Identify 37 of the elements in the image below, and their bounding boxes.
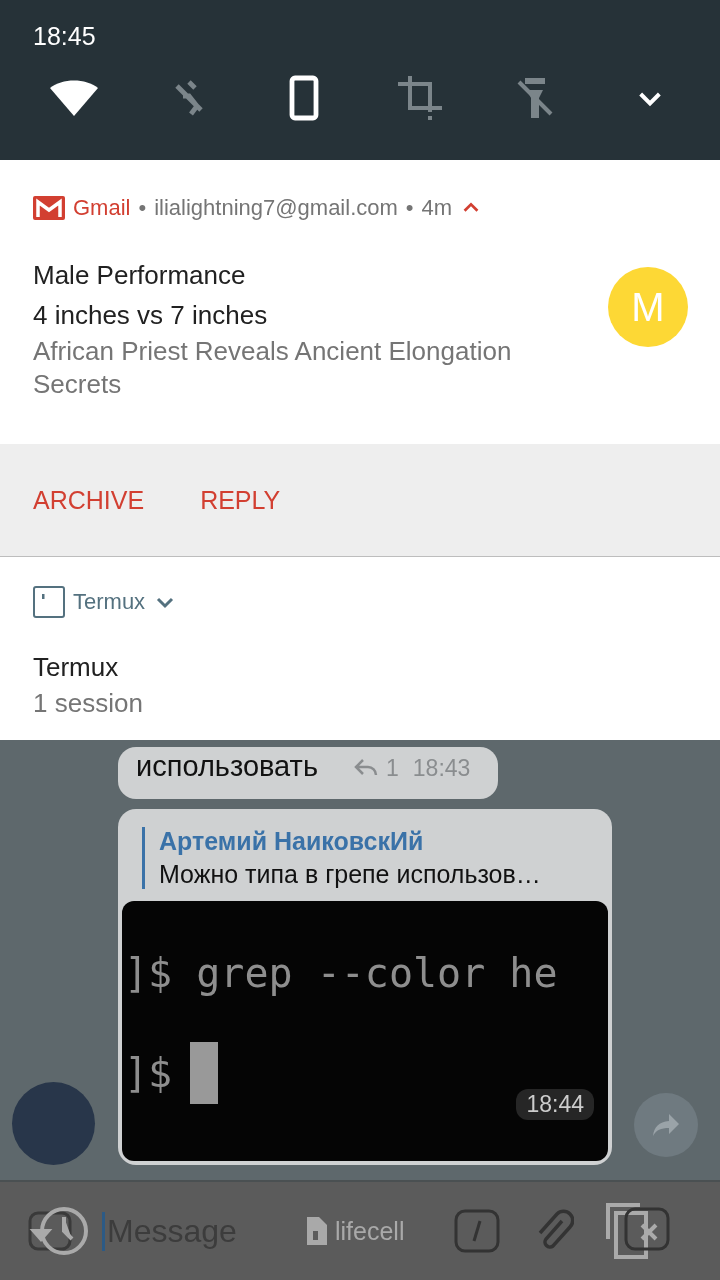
notification-card[interactable]: Termux Termux 1 session <box>0 557 720 740</box>
app-name: Termux <box>73 589 146 615</box>
copy-close-icon <box>604 1201 671 1261</box>
reply-count: 1 <box>386 754 399 783</box>
clock-time: 18:45 <box>33 22 96 51</box>
separator-dot: • <box>405 194 414 221</box>
terminal-screenshot[interactable]: ]$ grep --color he ]$ 18:44 <box>122 901 608 1161</box>
reply-text: Можно типа в грепе использов… <box>159 860 542 889</box>
sim-card-icon <box>305 1217 327 1245</box>
account-email: ilialightning7@gmail.com <box>154 194 398 221</box>
message-text: использовать 1 18:43 <box>136 746 480 787</box>
terminal-line: ]$ grep --color he <box>124 950 558 996</box>
terminal-line: ]$ <box>124 1050 173 1096</box>
reply-author: Артемий НаиковскИй <box>159 827 425 856</box>
terminal-cursor <box>190 1042 219 1104</box>
terminal-icon <box>33 586 65 618</box>
notification-action[interactable]: ARCHIVE <box>33 479 145 521</box>
reply-quote[interactable]: Артемий НаиковскИй Можно типа в грепе использов… <box>142 827 612 889</box>
separator-dot: • <box>138 194 147 221</box>
message-time: 18:43 <box>412 754 471 783</box>
forward-icon <box>651 1112 681 1138</box>
mail-icon <box>33 195 65 220</box>
reply-icon <box>354 758 378 778</box>
notification-text: African Priest Reveals Ancient Elongation Secrets <box>33 335 513 401</box>
notification-action[interactable]: REPLY <box>200 479 281 521</box>
notification-title: Male Performance <box>33 259 247 292</box>
notification-time: 4m <box>421 194 453 221</box>
app-name: Gmail <box>73 194 131 221</box>
notification-title: Termux <box>33 651 120 684</box>
sim-label: lifecell <box>335 1216 405 1246</box>
sender-avatar: M <box>608 267 688 347</box>
message-time: 18:44 <box>516 1089 594 1120</box>
slash-command-icon <box>454 1209 501 1253</box>
notification-subject: 4 inches vs 7 inches <box>33 299 269 332</box>
close-button[interactable] <box>604 1201 671 1261</box>
notification-card[interactable]: Gmail • ilialightning7@gmail.com • 4m Male Performance 4 inches vs 7 inches African Priest Reveals Ancient Elongation Secrets M ARCHIVE REPLY <box>0 160 720 557</box>
notification-text: 1 session <box>33 687 144 720</box>
